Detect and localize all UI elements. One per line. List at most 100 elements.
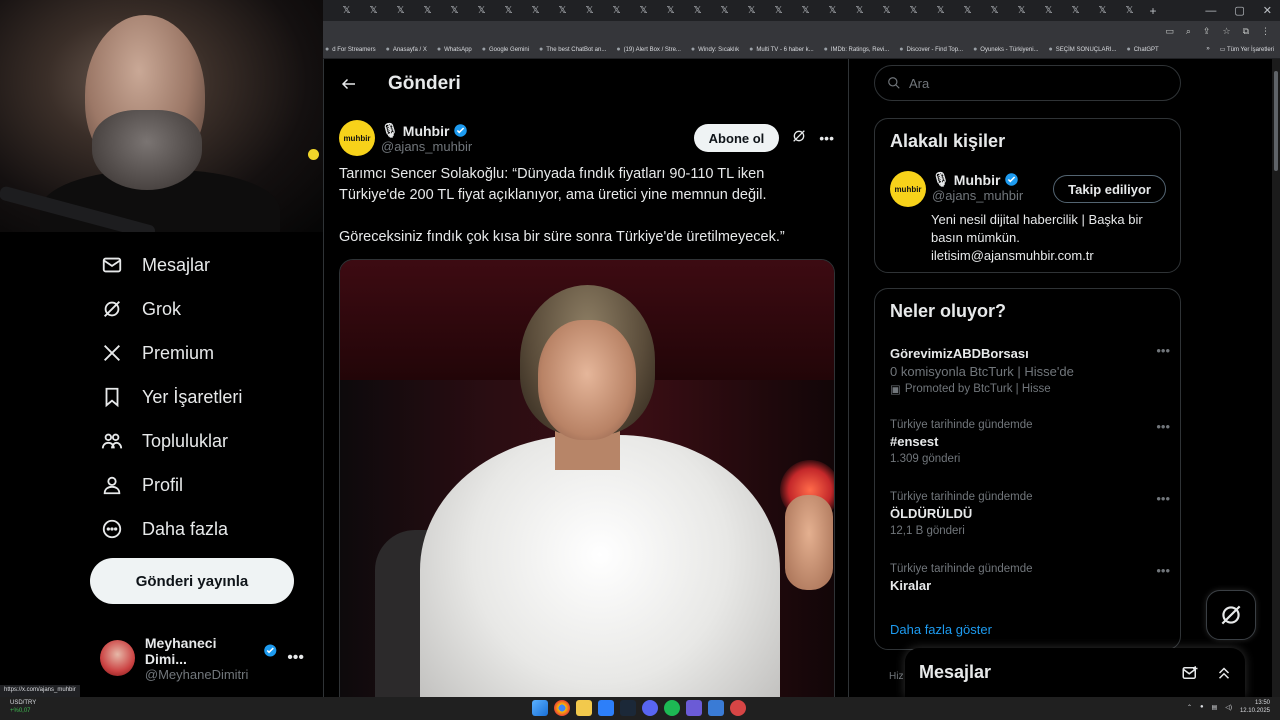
page-scrollbar[interactable] <box>1272 59 1280 697</box>
nav-item-profile[interactable]: Profil <box>90 463 320 507</box>
browser-tab[interactable]: 𝕏 <box>1008 0 1035 21</box>
discord-icon[interactable] <box>642 700 658 716</box>
browser-tab[interactable]: 𝕏 <box>1116 0 1143 21</box>
cast-icon[interactable]: ▭ <box>1165 26 1174 37</box>
browser-tab[interactable]: 𝕏 <box>441 0 468 21</box>
ticker-widget[interactable]: USD/TRY +%0,07 <box>10 699 36 715</box>
bookmark-item[interactable]: ● Anasayfa / X <box>386 46 427 53</box>
browser-tab[interactable]: 𝕏 <box>549 0 576 21</box>
scroll-thumb[interactable] <box>1274 71 1278 171</box>
browser-tab[interactable]: 𝕏 <box>765 0 792 21</box>
bookmark-item[interactable]: ● WhatsApp <box>437 46 472 53</box>
star-icon[interactable]: ☆ <box>1222 26 1230 37</box>
all-bookmarks-link[interactable]: ▭ Tüm Yer İşaretleri <box>1220 46 1274 53</box>
search-bar[interactable] <box>874 65 1181 101</box>
share-icon[interactable]: ⇪ <box>1203 26 1211 37</box>
clock[interactable]: 13:50 12.10.2025 <box>1240 699 1270 715</box>
app-icon[interactable] <box>598 700 614 716</box>
nav-item-messages[interactable]: Mesajlar <box>90 243 320 287</box>
nav-item-grok[interactable]: Grok <box>90 287 320 331</box>
more-icon[interactable]: ••• <box>819 130 834 146</box>
nav-item-premium[interactable]: Premium <box>90 331 320 375</box>
browser-tab[interactable]: 𝕏 <box>711 0 738 21</box>
browser-tab[interactable]: 𝕏 <box>738 0 765 21</box>
bookmark-item[interactable]: ● ChatGPT <box>1126 46 1158 53</box>
minimize-icon[interactable]: — <box>1205 5 1216 17</box>
bookmark-item[interactable]: ● SEÇİM SONUÇLARI... <box>1049 46 1117 53</box>
browser-tab[interactable]: 𝕏 <box>603 0 630 21</box>
browser-tab[interactable]: 𝕏 <box>927 0 954 21</box>
browser-tab[interactable]: 𝕏 <box>657 0 684 21</box>
more-icon[interactable]: ••• <box>1156 343 1170 358</box>
folder-icon[interactable] <box>576 700 592 716</box>
browser-tab[interactable]: 𝕏 <box>900 0 927 21</box>
author-handle[interactable]: @ajans_muhbir <box>381 139 472 154</box>
search-input[interactable] <box>909 75 1149 91</box>
extensions-icon[interactable]: ⧉ <box>1243 26 1249 37</box>
browser-tab[interactable]: 𝕏 <box>1062 0 1089 21</box>
subscribe-button[interactable]: Abone ol <box>693 124 780 152</box>
app-icon[interactable] <box>730 700 746 716</box>
zoom-icon[interactable]: ⌕ <box>1186 26 1191 37</box>
browser-tab[interactable]: 𝕏 <box>1089 0 1116 21</box>
bookmark-item[interactable]: ● IMDb: Ratings, Revi... <box>824 46 890 53</box>
grok-icon[interactable] <box>791 128 807 149</box>
browser-tab[interactable]: 𝕏 <box>792 0 819 21</box>
avatar[interactable]: muhbir <box>890 171 926 207</box>
spotify-icon[interactable] <box>664 700 680 716</box>
browser-tab[interactable]: 𝕏 <box>954 0 981 21</box>
browser-tab[interactable]: 𝕏 <box>873 0 900 21</box>
more-icon[interactable]: ••• <box>287 649 320 667</box>
chevron-up-icon[interactable]: ⌃ <box>1187 704 1192 711</box>
trend-item[interactable]: GörevimizABDBorsası 0 komisyonla BtcTurk… <box>890 343 1170 396</box>
post-button[interactable]: Gönderi yayınla <box>90 558 294 604</box>
new-message-icon[interactable] <box>1181 664 1199 682</box>
bookmarks-more-button[interactable]: » <box>1206 46 1209 53</box>
bookmark-item[interactable]: ● Windy: Sıcaklık <box>691 46 739 53</box>
browser-tab[interactable]: 𝕏 <box>522 0 549 21</box>
following-button[interactable]: Takip ediliyor <box>1053 175 1166 203</box>
bookmark-item[interactable]: ● d For Streamers <box>325 46 376 53</box>
account-switcher[interactable]: Meyhaneci Dimi... @MeyhaneDimitri ••• <box>100 635 320 682</box>
bookmark-item[interactable]: ● The best ChatBot an... <box>539 46 606 53</box>
show-more-link[interactable]: Daha fazla göster <box>890 622 992 637</box>
volume-icon[interactable]: ◁) <box>1225 704 1232 711</box>
nav-item-communities[interactable]: Topluluklar <box>90 419 320 463</box>
maximize-icon[interactable]: ▢ <box>1234 4 1244 17</box>
trend-item[interactable]: Türkiye tarihinde gündemde Kiralar ••• <box>890 563 1170 593</box>
more-icon[interactable]: ••• <box>1156 491 1170 506</box>
bookmark-item[interactable]: ● Oyuneks - Türkiyeni... <box>973 46 1038 53</box>
browser-tab[interactable]: 𝕏 <box>846 0 873 21</box>
steam-icon[interactable] <box>620 700 636 716</box>
messages-drawer[interactable]: Mesajlar <box>905 648 1245 697</box>
network-icon[interactable]: ▤ <box>1212 704 1218 711</box>
back-button[interactable] <box>324 75 374 93</box>
author-name[interactable]: 🎙 Muhbir <box>381 122 472 139</box>
bookmark-item[interactable]: ● Multi TV - 6 haber k... <box>749 46 813 53</box>
bookmark-item[interactable]: ● Google Gemini <box>482 46 529 53</box>
app-icon[interactable] <box>708 700 724 716</box>
avatar[interactable]: muhbir <box>339 120 375 156</box>
bookmark-item[interactable]: ● (19) Alert Box / Stre... <box>616 46 681 53</box>
close-icon[interactable]: ✕ <box>1263 4 1272 17</box>
tweet-image[interactable] <box>339 259 835 697</box>
browser-tab[interactable]: 𝕏 <box>819 0 846 21</box>
browser-tab[interactable]: 𝕏 <box>414 0 441 21</box>
browser-tab[interactable]: 𝕏 <box>468 0 495 21</box>
app-icon[interactable] <box>686 700 702 716</box>
browser-tab[interactable]: 𝕏 <box>630 0 657 21</box>
browser-tab[interactable]: 𝕏 <box>387 0 414 21</box>
start-icon[interactable] <box>532 700 548 716</box>
microphone-icon[interactable]: ● <box>1200 704 1204 710</box>
more-icon[interactable]: ••• <box>1156 563 1170 578</box>
nav-item-bookmarks[interactable]: Yer İşaretleri <box>90 375 320 419</box>
trend-item[interactable]: Türkiye tarihinde gündemde #ensest 1.309… <box>890 419 1170 465</box>
more-icon[interactable]: ••• <box>1156 419 1170 434</box>
browser-tab[interactable]: 𝕏 <box>981 0 1008 21</box>
browser-tab[interactable]: 𝕏 <box>333 0 360 21</box>
chevron-double-up-icon[interactable] <box>1215 664 1233 682</box>
browser-tab[interactable]: 𝕏 <box>684 0 711 21</box>
bookmark-item[interactable]: ● Discover - Find Top... <box>899 46 963 53</box>
chrome-icon[interactable] <box>554 700 570 716</box>
browser-tab[interactable]: 𝕏 <box>360 0 387 21</box>
